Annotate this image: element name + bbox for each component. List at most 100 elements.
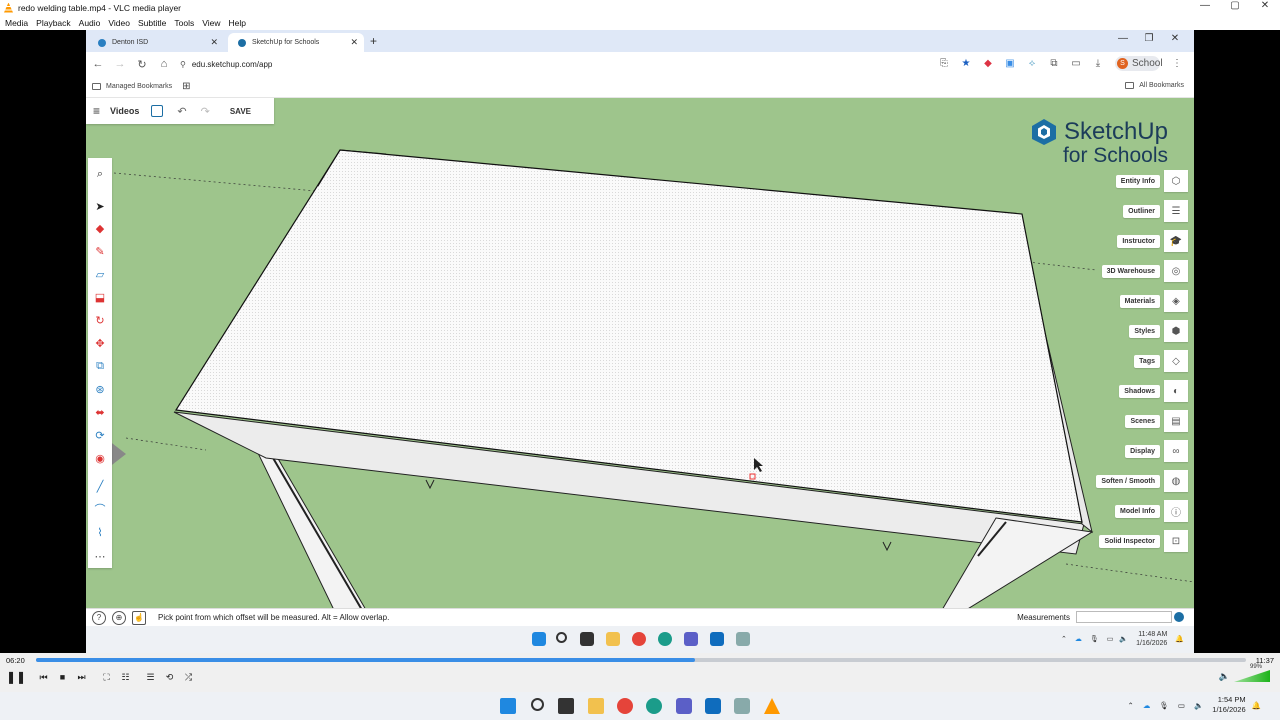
volume-icon[interactable]: 🔈 [1194, 701, 1203, 710]
volume-slider[interactable] [1234, 670, 1270, 682]
panel-instructor[interactable]: Instructor 🎓 [1117, 230, 1188, 252]
menu-video[interactable]: Video [108, 18, 130, 28]
panel-label[interactable]: Entity Info [1115, 174, 1160, 188]
vlc-taskbar-icon[interactable] [764, 698, 780, 714]
panel-label[interactable]: Shadows [1119, 384, 1160, 398]
tab-denton-isd[interactable]: Denton ISD ✕ [88, 33, 224, 52]
soften-icon[interactable]: ◍ [1164, 470, 1188, 492]
table-top-surface[interactable] [174, 149, 1083, 523]
minimize-icon[interactable]: — [1190, 0, 1220, 11]
panel-warehouse[interactable]: 3D Warehouse ◎ [1101, 260, 1188, 282]
fullscreen-icon[interactable]: ⛶ [98, 669, 115, 685]
extension-icon[interactable]: ◆ [977, 58, 999, 69]
display-icon[interactable]: ∞ [1164, 440, 1188, 462]
panel-label[interactable]: Display [1125, 444, 1160, 458]
select-tool-icon[interactable]: ➤ [92, 198, 108, 214]
panel-scenes[interactable]: Scenes ▤ [1125, 410, 1188, 432]
close-icon[interactable]: ✕ [1250, 0, 1280, 11]
freehand-tool-icon[interactable]: ⌇ [92, 524, 108, 540]
search-icon[interactable] [531, 698, 544, 711]
move-tool-icon[interactable]: ✥ [92, 335, 108, 351]
sketchup-viewport[interactable]: ≡ Videos ↶ ↷ SAVE SketchUp for Schools ⌕… [86, 98, 1194, 608]
eraser-tool-icon[interactable]: ◆ [92, 220, 108, 236]
tab-sketchup[interactable]: SketchUp for Schools ✕ [228, 33, 364, 52]
redo-icon[interactable]: ↷ [201, 105, 210, 118]
outlook-icon[interactable] [705, 698, 721, 714]
file-explorer-icon[interactable] [588, 698, 604, 714]
extensions-puzzle-icon[interactable]: ⧉ [1043, 58, 1065, 69]
close-icon[interactable]: ✕ [1162, 33, 1188, 44]
shadows-icon[interactable]: ◐ [1164, 380, 1188, 402]
entity-info-icon[interactable]: ⬡ [1164, 170, 1188, 192]
rotate-tool-icon[interactable]: ↻ [92, 312, 108, 328]
menu-audio[interactable]: Audio [79, 18, 101, 28]
back-icon[interactable]: ← [88, 58, 108, 70]
panel-label[interactable]: Instructor [1117, 234, 1160, 248]
previous-icon[interactable]: ⏮ [35, 669, 52, 685]
line-tool-icon[interactable]: ╱ [92, 478, 108, 494]
home-icon[interactable]: ⌂ [154, 58, 174, 70]
forward-icon[interactable]: → [110, 58, 130, 70]
panel-label[interactable]: Styles [1129, 324, 1160, 338]
panel-model-info[interactable]: Model Info ⓘ [1115, 500, 1188, 522]
panel-label[interactable]: Solid Inspector [1099, 534, 1160, 548]
undo-icon[interactable]: ↶ [177, 105, 186, 118]
panel-label[interactable]: Materials [1119, 294, 1160, 308]
panel-styles[interactable]: Styles ⬢ [1129, 320, 1188, 342]
save-button[interactable]: SAVE [230, 107, 251, 116]
panel-label[interactable]: 3D Warehouse [1101, 264, 1160, 278]
globe-icon[interactable]: ⊕ [112, 610, 126, 625]
mic-icon[interactable]: 🎙 [1159, 701, 1169, 710]
outliner-icon[interactable]: ☰ [1164, 200, 1188, 222]
model-name[interactable]: Videos [110, 106, 139, 116]
windows-start-icon[interactable] [500, 698, 516, 714]
search-tool-icon[interactable]: ⌕ [92, 166, 108, 182]
panel-solid-inspector[interactable]: Solid Inspector ⊡ [1099, 530, 1188, 552]
more-tools-icon[interactable]: ⋯ [92, 548, 108, 564]
panel-label[interactable]: Scenes [1125, 414, 1160, 428]
tab-close-icon[interactable]: ✕ [350, 37, 358, 48]
playlist-icon[interactable]: ☰ [142, 669, 159, 685]
model-info-icon[interactable]: ⓘ [1164, 500, 1188, 522]
volume-control[interactable]: 🔈 99% [1219, 664, 1270, 682]
panel-soften[interactable]: Soften / Smooth ◍ [1096, 470, 1188, 492]
minimize-icon[interactable]: — [1110, 33, 1136, 44]
stop-icon[interactable]: ■ [54, 669, 71, 685]
instructor-icon[interactable]: 🎓 [1164, 230, 1188, 252]
scale-tool-icon[interactable]: ⧉ [92, 358, 108, 374]
more-menu-icon[interactable]: ⋮ [1166, 58, 1188, 69]
menu-media[interactable]: Media [5, 18, 28, 28]
onedrive-icon[interactable]: ☁ [1143, 701, 1151, 710]
panel-label[interactable]: Model Info [1115, 504, 1160, 518]
scenes-icon[interactable]: ▤ [1164, 410, 1188, 432]
menu-subtitle[interactable]: Subtitle [138, 18, 166, 28]
panel-materials[interactable]: Materials ◈ [1119, 290, 1188, 312]
section-plane-tool-icon[interactable]: ⬌ [92, 404, 108, 420]
install-app-icon[interactable]: ⎘ [933, 58, 955, 69]
orbit-tool-icon[interactable]: ⟳ [92, 427, 108, 443]
snipping-tool-icon[interactable] [734, 698, 750, 714]
managed-bookmarks[interactable]: Managed Bookmarks [92, 83, 172, 90]
url-field[interactable]: ⚲ edu.sketchup.com/app [180, 60, 272, 69]
panel-label[interactable]: Tags [1134, 354, 1160, 368]
help-icon[interactable]: ? [92, 610, 106, 625]
pencil-tool-icon[interactable]: ✎ [92, 243, 108, 259]
hamburger-menu-icon[interactable]: ≡ [93, 104, 100, 118]
solid-inspector-icon[interactable]: ⊡ [1164, 530, 1188, 552]
split-view-icon[interactable]: ▭ [1065, 58, 1087, 69]
pause-icon[interactable]: ❚❚ [6, 669, 26, 685]
offset-tool-icon[interactable]: ⊛ [92, 381, 108, 397]
3d-model-canvas[interactable] [86, 98, 1194, 608]
push-pull-tool-icon[interactable]: ⬓ [92, 289, 108, 305]
panel-outliner[interactable]: Outliner ☰ [1123, 200, 1188, 222]
tab-close-icon[interactable]: ✕ [210, 37, 218, 48]
rectangle-tool-icon[interactable]: ▱ [92, 266, 108, 282]
edge-icon[interactable] [646, 698, 662, 714]
measurements-input[interactable] [1076, 611, 1172, 623]
site-info-icon[interactable]: ⚲ [180, 60, 186, 69]
loop-icon[interactable]: ⟲ [161, 669, 178, 685]
materials-icon[interactable]: ◈ [1164, 290, 1188, 312]
task-view-icon[interactable] [558, 698, 574, 714]
bookmark-star-icon[interactable]: ★ [955, 58, 977, 69]
menu-view[interactable]: View [202, 18, 220, 28]
